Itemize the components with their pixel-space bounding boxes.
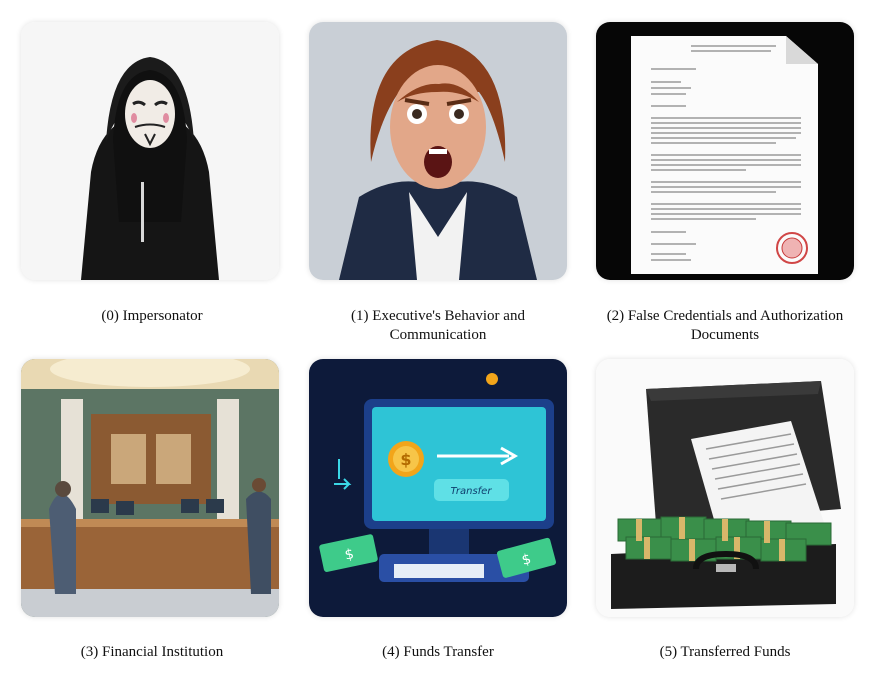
transfer-label: Transfer <box>451 486 493 497</box>
caption-executive-behavior: (1) Executive's Behavior and Communicati… <box>351 308 525 343</box>
financial-institution-image <box>21 359 279 617</box>
transferred-funds-image <box>596 359 854 617</box>
svg-text:$: $ <box>400 450 411 469</box>
impersonator-image <box>21 22 279 280</box>
funds-transfer-image: $ Transfer $ $ <box>309 359 567 617</box>
caption-transferred-funds: (5) Transferred Funds <box>659 644 791 660</box>
caption-financial-institution: (3) Financial Institution <box>80 644 224 660</box>
caption-funds-transfer: (4) Funds Transfer <box>382 644 494 660</box>
executive-image <box>309 22 567 280</box>
caption-false-credentials: (2) False Credentials and Authorization … <box>606 308 844 343</box>
figure-grid: $ Transfer $ $ (0) Impersonator (1) Exec… <box>0 0 878 692</box>
forged-document-image <box>596 22 854 280</box>
caption-impersonator: (0) Impersonator <box>101 308 203 324</box>
